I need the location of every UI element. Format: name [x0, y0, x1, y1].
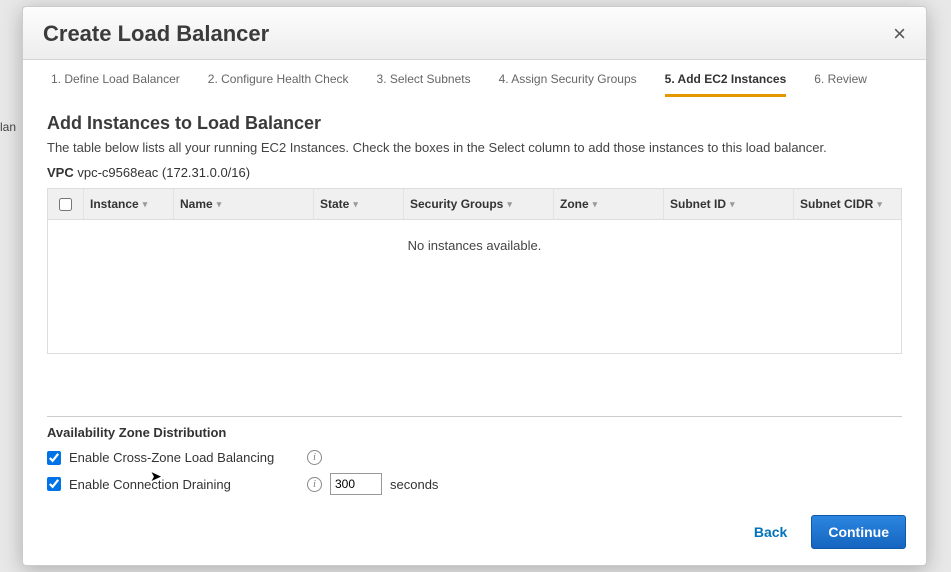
column-state[interactable]: State ▾ [314, 189, 404, 219]
section-heading: Add Instances to Load Balancer [47, 113, 902, 134]
connection-draining-option: Enable Connection Draining i seconds [47, 473, 902, 495]
column-instance[interactable]: Instance ▾ [84, 189, 174, 219]
background-sidebar-fragment: lan [0, 120, 18, 150]
column-instance-label: Instance [90, 197, 139, 211]
draining-timeout-input[interactable] [330, 473, 382, 495]
sort-icon: ▾ [877, 199, 882, 210]
info-icon[interactable]: i [307, 450, 322, 465]
modal-header: Create Load Balancer × [23, 7, 926, 60]
step-select-subnets[interactable]: 3. Select Subnets [377, 72, 471, 97]
step-review[interactable]: 6. Review [814, 72, 867, 97]
connection-draining-checkbox[interactable] [47, 477, 61, 491]
continue-button[interactable]: Continue [811, 515, 906, 549]
cross-zone-option: Enable Cross-Zone Load Balancing i [47, 450, 902, 465]
vpc-info: VPC vpc-c9568eac (172.31.0.0/16) [47, 165, 902, 180]
cross-zone-label: Enable Cross-Zone Load Balancing [69, 450, 299, 465]
step-assign-security-groups[interactable]: 4. Assign Security Groups [499, 72, 637, 97]
column-subnet-id[interactable]: Subnet ID ▾ [664, 189, 794, 219]
sort-icon: ▾ [507, 199, 512, 210]
column-zone[interactable]: Zone ▾ [554, 189, 664, 219]
instances-table: Instance▾ Name▾ State▾ Security Groups▾ … [47, 188, 902, 354]
sort-icon: ▾ [143, 199, 148, 210]
table-empty-message: No instances available. [48, 220, 901, 353]
table-header: Instance▾ Name▾ State▾ Security Groups▾ … [48, 189, 901, 220]
vpc-value: vpc-c9568eac (172.31.0.0/16) [77, 165, 250, 180]
vpc-label: VPC [47, 165, 74, 180]
back-button[interactable]: Back [754, 524, 787, 540]
column-name-label: Name [180, 197, 213, 211]
column-select-all[interactable] [48, 189, 84, 219]
modal-footer: Back Continue [23, 503, 926, 565]
column-zone-label: Zone [560, 197, 589, 211]
create-load-balancer-modal: Create Load Balancer × 1. Define Load Ba… [22, 6, 927, 566]
column-security-groups[interactable]: Security Groups ▾ [404, 189, 554, 219]
column-subnet-cidr[interactable]: Subnet CIDR ▾ [794, 189, 901, 219]
column-name[interactable]: Name ▾ [174, 189, 314, 219]
info-icon[interactable]: i [307, 477, 322, 492]
availability-zone-section: Availability Zone Distribution Enable Cr… [47, 416, 902, 503]
close-icon[interactable]: × [893, 23, 906, 45]
connection-draining-label: Enable Connection Draining [69, 477, 299, 492]
column-sg-label: Security Groups [410, 197, 503, 211]
step-configure-health-check[interactable]: 2. Configure Health Check [208, 72, 349, 97]
section-description: The table below lists all your running E… [47, 140, 902, 155]
column-cidr-label: Subnet CIDR [800, 197, 873, 211]
seconds-unit: seconds [390, 477, 438, 492]
sort-icon: ▾ [353, 199, 358, 210]
sort-icon: ▾ [217, 199, 222, 210]
wizard-steps: 1. Define Load Balancer 2. Configure Hea… [23, 60, 926, 101]
select-all-checkbox[interactable] [59, 198, 72, 211]
az-heading: Availability Zone Distribution [47, 425, 902, 440]
step-add-ec2-instances[interactable]: 5. Add EC2 Instances [665, 72, 787, 97]
column-state-label: State [320, 197, 349, 211]
step-define-load-balancer[interactable]: 1. Define Load Balancer [51, 72, 180, 97]
cross-zone-checkbox[interactable] [47, 451, 61, 465]
sort-icon: ▾ [593, 199, 598, 210]
column-subnet-label: Subnet ID [670, 197, 726, 211]
modal-title: Create Load Balancer [43, 21, 269, 47]
sort-icon: ▾ [730, 199, 735, 210]
